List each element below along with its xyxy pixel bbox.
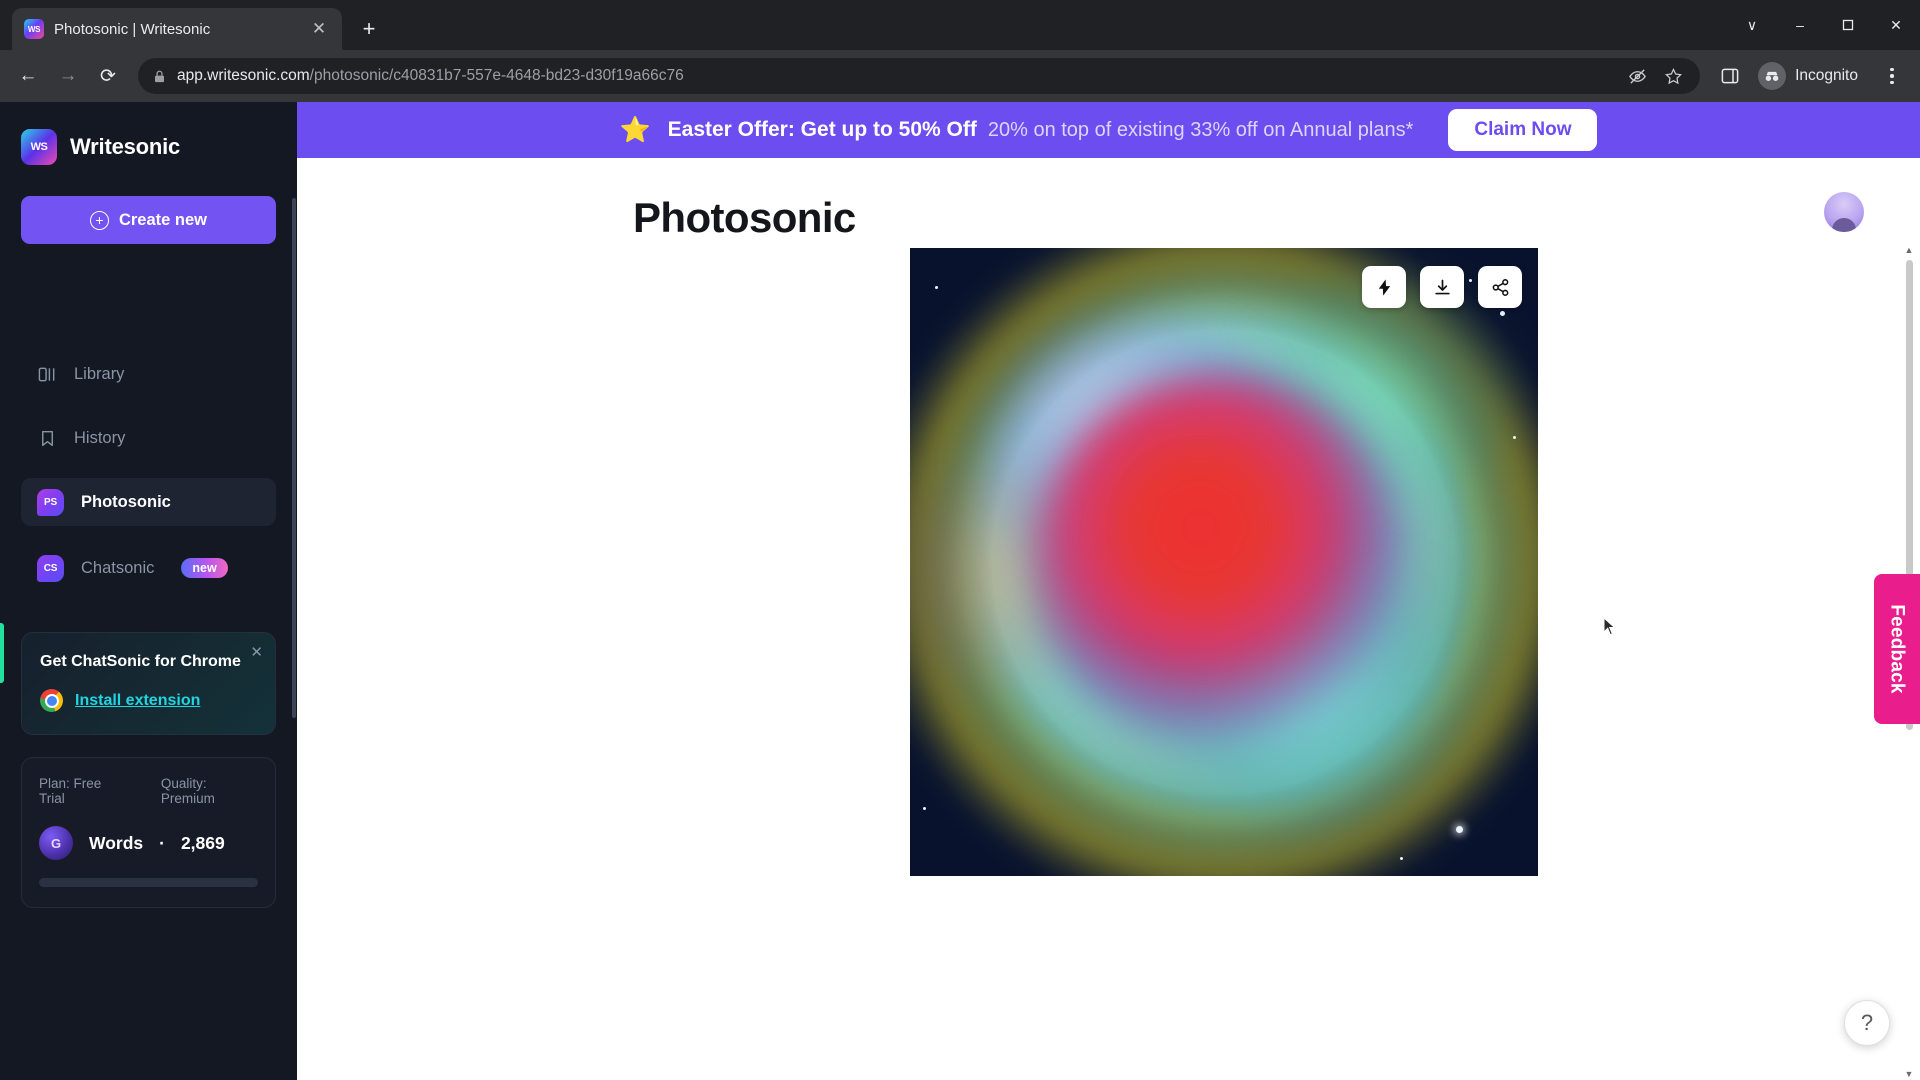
- sidebar-item-label: Chatsonic: [81, 558, 155, 577]
- brand-logo[interactable]: WS Writesonic: [21, 102, 276, 165]
- photosonic-app-icon: PS: [37, 488, 64, 516]
- panels-icon: [37, 364, 57, 384]
- close-icon[interactable]: ✕: [250, 643, 263, 661]
- eye-crossed-icon[interactable]: [1624, 63, 1650, 89]
- url-path: /photosonic/c40831b7-557e-4648-bd23-d30f…: [309, 67, 684, 84]
- app-mark-text: CS: [43, 562, 58, 574]
- profile-chip[interactable]: Incognito: [1752, 58, 1870, 94]
- plan-avatar: G: [39, 826, 73, 860]
- sidebar-item-label: Photosonic: [81, 492, 171, 511]
- window-close-button[interactable]: ✕: [1872, 0, 1920, 50]
- words-row: G Words · 2,869: [39, 826, 258, 860]
- sidebar: WS Writesonic + Create new Library Histo…: [0, 102, 297, 1080]
- favicon-label: WS: [27, 24, 41, 34]
- browser-tab[interactable]: WS Photosonic | Writesonic ✕: [12, 8, 342, 50]
- scroll-down-icon[interactable]: ▼: [1904, 1068, 1914, 1080]
- writesonic-logo-icon: WS: [21, 129, 57, 165]
- words-progress-bar: [39, 878, 258, 887]
- tab-strip: WS Photosonic | Writesonic ✕ + ∨ – ✕: [0, 0, 1920, 50]
- logo-mark-text: WS: [30, 141, 48, 153]
- reload-icon[interactable]: ⟳: [90, 58, 126, 94]
- install-extension-row[interactable]: Install extension: [40, 689, 257, 712]
- plan-info-row: Plan: Free Trial Quality: Premium: [39, 776, 258, 806]
- forward-icon[interactable]: →: [50, 58, 86, 94]
- create-new-label: Create new: [118, 210, 208, 229]
- close-icon[interactable]: ✕: [308, 18, 330, 40]
- feedback-label: Feedback: [1887, 604, 1909, 694]
- lock-icon: [155, 70, 164, 82]
- help-icon: ?: [1860, 1010, 1874, 1035]
- brand-name: Writesonic: [70, 134, 181, 159]
- browser-window: WS Photosonic | Writesonic ✕ + ∨ – ✕ ← →…: [0, 0, 1920, 1080]
- generated-image[interactable]: [910, 248, 1538, 876]
- star-icon: ⭐: [619, 115, 651, 144]
- chrome-logo-icon: [40, 689, 63, 712]
- sidebar-item-label: History: [74, 428, 126, 447]
- tab-title: Photosonic | Writesonic: [54, 20, 211, 38]
- enhance-button[interactable]: [1362, 266, 1406, 308]
- scroll-up-icon[interactable]: ▲: [1904, 244, 1914, 256]
- kebab-menu-icon[interactable]: [1874, 56, 1910, 96]
- plan-usage-card: Plan: Free Trial Quality: Premium G Word…: [21, 757, 276, 908]
- quality-text: Quality: Premium: [160, 776, 215, 806]
- sidebar-item-library[interactable]: Library: [21, 350, 276, 398]
- new-tab-button[interactable]: +: [352, 12, 386, 46]
- page-title: Photosonic: [633, 194, 856, 241]
- sidebar-item-label: Library: [74, 364, 125, 383]
- plan-avatar-initial: G: [50, 835, 62, 851]
- words-value: 2,869: [180, 832, 225, 853]
- chrome-extension-card: ✕ Get ChatSonic for Chrome Install exten…: [21, 632, 276, 735]
- help-button[interactable]: ?: [1844, 1000, 1890, 1046]
- window-controls: ∨ – ✕: [1728, 0, 1920, 50]
- words-separator: ·: [159, 832, 165, 853]
- banner-subtext: 20% on top of existing 33% off on Annual…: [987, 118, 1414, 141]
- mouse-cursor: [1603, 617, 1616, 636]
- main-content: ⭐ Easter Offer: Get up to 50% Off 20% on…: [297, 102, 1920, 1080]
- maximize-button[interactable]: [1824, 0, 1872, 50]
- install-extension-link[interactable]: Install extension: [75, 692, 200, 710]
- sidebar-scrollbar[interactable]: [292, 198, 296, 718]
- avatar[interactable]: [1824, 192, 1864, 232]
- sidebar-item-chatsonic[interactable]: CS Chatsonic new: [21, 544, 276, 592]
- create-new-button[interactable]: + Create new: [21, 196, 276, 244]
- bookmark-icon: [37, 428, 57, 448]
- claim-now-button[interactable]: Claim Now: [1448, 109, 1598, 151]
- chevron-down-icon[interactable]: ∨: [1728, 0, 1776, 50]
- back-icon[interactable]: ←: [10, 58, 46, 94]
- content-area: Photosonic ▲ ▼ Feedback ?: [297, 158, 1920, 1080]
- url-text: app.writesonic.com/photosonic/c40831b7-5…: [177, 67, 1614, 85]
- page-body: WS Writesonic + Create new Library Histo…: [0, 102, 1920, 1080]
- minimize-button[interactable]: –: [1776, 0, 1824, 50]
- incognito-icon: [1758, 62, 1787, 90]
- new-badge: new: [181, 558, 228, 578]
- banner-headline: Easter Offer: Get up to 50% Off: [667, 118, 977, 141]
- sidebar-nav: Library History PS Photosonic CS Chatson…: [21, 350, 276, 610]
- tab-favicon-icon: WS: [24, 19, 44, 39]
- chatsonic-app-icon: CS: [37, 554, 64, 582]
- side-panel-icon[interactable]: [1712, 58, 1748, 94]
- plan-text: Plan: Free Trial: [39, 776, 102, 806]
- browser-toolbar: ← → ⟳ app.writesonic.com/photosonic/c408…: [0, 50, 1920, 102]
- image-action-toolbar: [1362, 266, 1522, 308]
- active-indicator: [0, 623, 4, 683]
- address-bar[interactable]: app.writesonic.com/photosonic/c40831b7-5…: [138, 58, 1701, 94]
- download-button[interactable]: [1420, 266, 1464, 308]
- words-label: Words: [89, 832, 144, 853]
- share-button[interactable]: [1478, 266, 1522, 308]
- app-mark-text: PS: [44, 496, 57, 508]
- feedback-tab[interactable]: Feedback: [1874, 574, 1920, 724]
- sidebar-item-history[interactable]: History: [21, 414, 276, 462]
- profile-label: Incognito: [1795, 67, 1858, 84]
- generated-image-container: [910, 248, 1538, 876]
- promo-title: Get ChatSonic for Chrome: [40, 653, 241, 670]
- sidebar-item-photosonic[interactable]: PS Photosonic: [21, 478, 276, 526]
- promo-banner: ⭐ Easter Offer: Get up to 50% Off 20% on…: [297, 102, 1920, 158]
- url-host: app.writesonic.com: [177, 67, 310, 84]
- plus-circle-icon: +: [89, 210, 109, 230]
- star-icon[interactable]: [1660, 63, 1686, 89]
